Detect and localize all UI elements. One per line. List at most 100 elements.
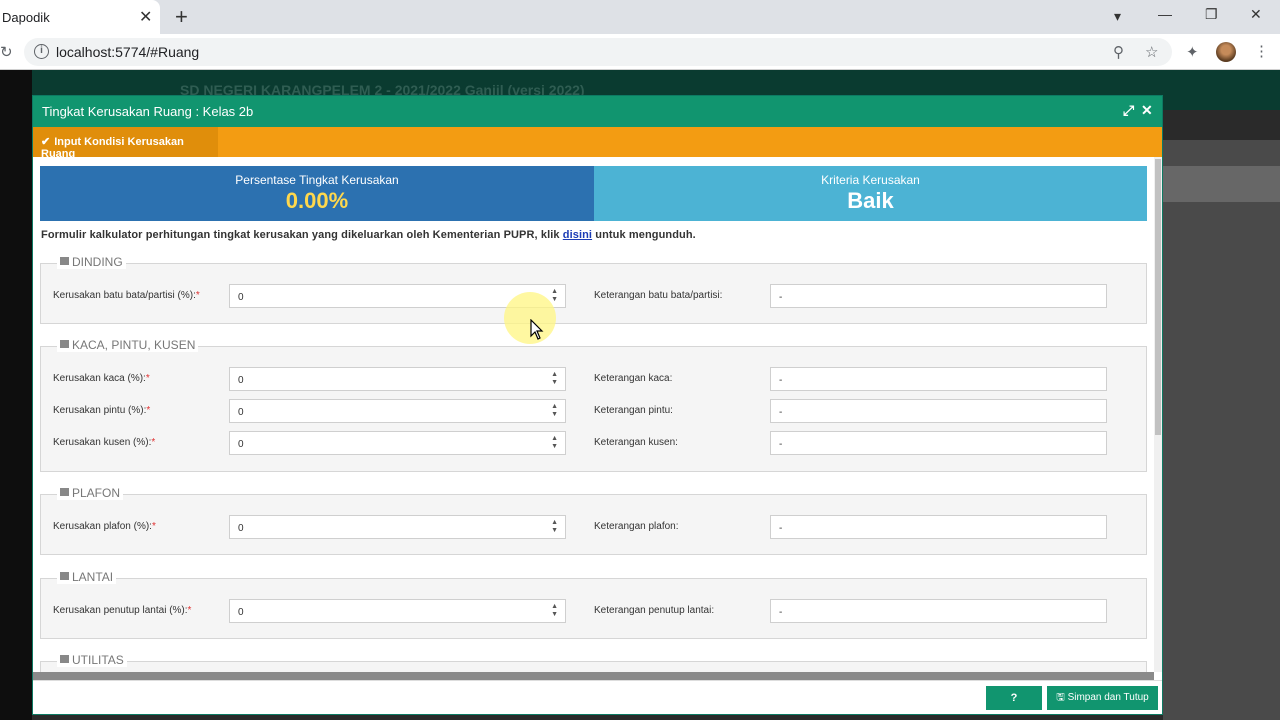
required-mark: *	[151, 521, 156, 532]
section-legend[interactable]: PLAFON	[57, 486, 124, 500]
form-row: Kerusakan penutup lantai (%):* 0 ▲ ▼ Keter…	[41, 599, 1146, 623]
background-table-row	[1163, 166, 1280, 202]
collapse-icon[interactable]	[60, 257, 69, 265]
new-tab-icon[interactable]: +	[175, 4, 188, 30]
pintu-input[interactable]: 0 ▲ ▼	[229, 399, 566, 423]
background-sidebar	[0, 70, 32, 720]
omnibox[interactable]: i localhost:5774/#Ruang ⚲ ☆	[24, 38, 1172, 66]
tab-close-icon[interactable]: ✕	[139, 7, 152, 27]
bookmark-star-icon[interactable]: ☆	[1145, 43, 1158, 61]
damage-percentage-value: 0.00%	[285, 188, 349, 213]
required-mark: *	[145, 373, 150, 384]
note-label: Keterangan kusen:	[594, 437, 678, 448]
kusen-input[interactable]: 0 ▲ ▼	[229, 431, 566, 455]
more-menu-icon[interactable]: ⋮	[1254, 42, 1269, 60]
profile-menu-icon[interactable]: ▾	[1114, 8, 1121, 25]
damage-criteria-panel: Kriteria Kerusakan Baik	[594, 166, 1147, 221]
section-legend[interactable]: DINDING	[57, 255, 126, 269]
avatar[interactable]	[1216, 42, 1236, 62]
section-legend[interactable]: UTILITAS	[57, 653, 127, 667]
modal-title: Tingkat Kerusakan Ruang : Kelas 2b	[42, 104, 254, 119]
lantai-input[interactable]: 0 ▲ ▼	[229, 599, 566, 623]
zoom-icon[interactable]: ⚲	[1113, 43, 1124, 61]
spinner-icon[interactable]: ▲ ▼	[551, 371, 558, 387]
plafon-input[interactable]: 0 ▲ ▼	[229, 515, 566, 539]
download-link[interactable]: disini	[563, 229, 592, 241]
field-label: Kerusakan batu bata/partisi (%):*	[53, 290, 200, 301]
modal-header: Tingkat Kerusakan Ruang : Kelas 2b ⤢ ✕	[33, 96, 1162, 127]
kusen-note-input[interactable]: -	[770, 431, 1107, 455]
note-label: Keterangan pintu:	[594, 405, 673, 416]
modal-close-icon[interactable]: ✕	[1141, 102, 1153, 119]
spinner-icon[interactable]: ▲ ▼	[551, 603, 558, 619]
section-legend[interactable]: LANTAI	[57, 570, 117, 584]
address-bar: ↻ i localhost:5774/#Ruang ⚲ ☆ ✦ ⋮	[0, 34, 1280, 70]
damage-percentage-label: Persentase Tingkat Kerusakan	[235, 173, 399, 187]
plafon-note-input[interactable]: -	[770, 515, 1107, 539]
vertical-scrollbar[interactable]	[1154, 157, 1162, 672]
extensions-icon[interactable]: ✦	[1186, 43, 1199, 61]
window-close-icon[interactable]: ✕	[1250, 6, 1262, 23]
form-row: Kerusakan plafon (%):* 0 ▲ ▼ Keterangan pl…	[41, 515, 1146, 539]
damage-percentage-panel: Persentase Tingkat Kerusakan 0.00%	[40, 166, 594, 221]
section-utilitas: UTILITAS	[40, 653, 1147, 672]
reload-icon[interactable]: ↻	[0, 43, 13, 61]
field-label: Kerusakan kaca (%):*	[53, 373, 150, 384]
damage-criteria-value: Baik	[847, 188, 894, 213]
kaca-note-input[interactable]: -	[770, 367, 1107, 391]
spinner-icon[interactable]: ▲ ▼	[551, 288, 558, 304]
browser-tab[interactable]: Dapodik ✕	[0, 0, 160, 34]
note-label: Keterangan batu bata/partisi:	[594, 290, 723, 301]
note-label: Keterangan penutup lantai:	[594, 605, 715, 616]
url-text[interactable]: localhost:5774/#Ruang	[56, 44, 199, 60]
section-legend[interactable]: KACA, PINTU, KUSEN	[57, 338, 199, 352]
form-row: Kerusakan kaca (%):* 0 ▲ ▼ Keterangan kaca…	[41, 367, 1146, 391]
collapse-icon[interactable]	[60, 655, 69, 663]
horizontal-scrollbar[interactable]	[33, 672, 1154, 680]
required-mark: *	[146, 405, 151, 416]
scrollbar-thumb[interactable]	[1155, 159, 1161, 435]
formula-note: Formulir kalkulator perhitungan tingkat …	[41, 229, 696, 241]
background-table	[1163, 140, 1280, 720]
help-button[interactable]: ?	[986, 686, 1042, 710]
spinner-icon[interactable]: ▲ ▼	[551, 435, 558, 451]
field-label: Kerusakan pintu (%):*	[53, 405, 151, 416]
damage-modal: Tingkat Kerusakan Ruang : Kelas 2b ⤢ ✕ ✔…	[32, 95, 1163, 715]
spinner-icon[interactable]: ▲ ▼	[551, 519, 558, 535]
required-mark: *	[187, 605, 192, 616]
form-row: Kerusakan kusen (%):* 0 ▲ ▼ Keterangan kus…	[41, 431, 1146, 455]
collapse-icon[interactable]	[60, 572, 69, 580]
check-icon: ✔	[41, 136, 51, 148]
form-row: Kerusakan pintu (%):* 0 ▲ ▼ Keterangan pin…	[41, 399, 1146, 423]
tab-title: Dapodik	[2, 10, 50, 25]
pintu-note-input[interactable]: -	[770, 399, 1107, 423]
required-mark: *	[195, 290, 200, 301]
maximize-icon[interactable]: ⤢	[1123, 102, 1134, 119]
form-row: Kerusakan batu bata/partisi (%):* 0 ▲ ▼ Ke…	[41, 284, 1146, 308]
required-mark: *	[151, 437, 156, 448]
field-label: Kerusakan penutup lantai (%):*	[53, 605, 192, 616]
site-info-icon[interactable]: i	[34, 44, 49, 59]
batu-bata-note-input[interactable]: -	[770, 284, 1107, 308]
section-plafon: PLAFON Kerusakan plafon (%):* 0 ▲ ▼ Ketera…	[40, 486, 1147, 555]
section-lantai: LANTAI Kerusakan penutup lantai (%):* 0 ▲…	[40, 570, 1147, 639]
modal-footer: ? 🖫 Simpan dan Tutup	[33, 680, 1162, 714]
save-icon: 🖫	[1056, 692, 1068, 703]
tab-input-kondisi[interactable]: ✔ Input Kondisi Kerusakan Ruang	[33, 127, 218, 160]
spinner-icon[interactable]: ▲ ▼	[551, 403, 558, 419]
section-kaca-pintu-kusen: KACA, PINTU, KUSEN Kerusakan kaca (%):* …	[40, 338, 1147, 472]
field-label: Kerusakan kusen (%):*	[53, 437, 156, 448]
browser-tabstrip: Dapodik ✕ + ▾ — ❐ ✕	[0, 0, 1280, 34]
note-label: Keterangan plafon:	[594, 521, 679, 532]
damage-criteria-label: Kriteria Kerusakan	[821, 173, 920, 187]
save-and-close-button[interactable]: 🖫 Simpan dan Tutup	[1047, 686, 1158, 710]
field-label: Kerusakan plafon (%):*	[53, 521, 156, 532]
collapse-icon[interactable]	[60, 340, 69, 348]
restore-icon[interactable]: ❐	[1205, 6, 1218, 23]
minimize-icon[interactable]: —	[1158, 6, 1172, 22]
modal-tab-bar: ✔ Input Kondisi Kerusakan Ruang	[33, 127, 1162, 160]
kaca-input[interactable]: 0 ▲ ▼	[229, 367, 566, 391]
lantai-note-input[interactable]: -	[770, 599, 1107, 623]
formula-prefix: Formulir kalkulator perhitungan tingkat …	[41, 229, 560, 241]
collapse-icon[interactable]	[60, 488, 69, 496]
